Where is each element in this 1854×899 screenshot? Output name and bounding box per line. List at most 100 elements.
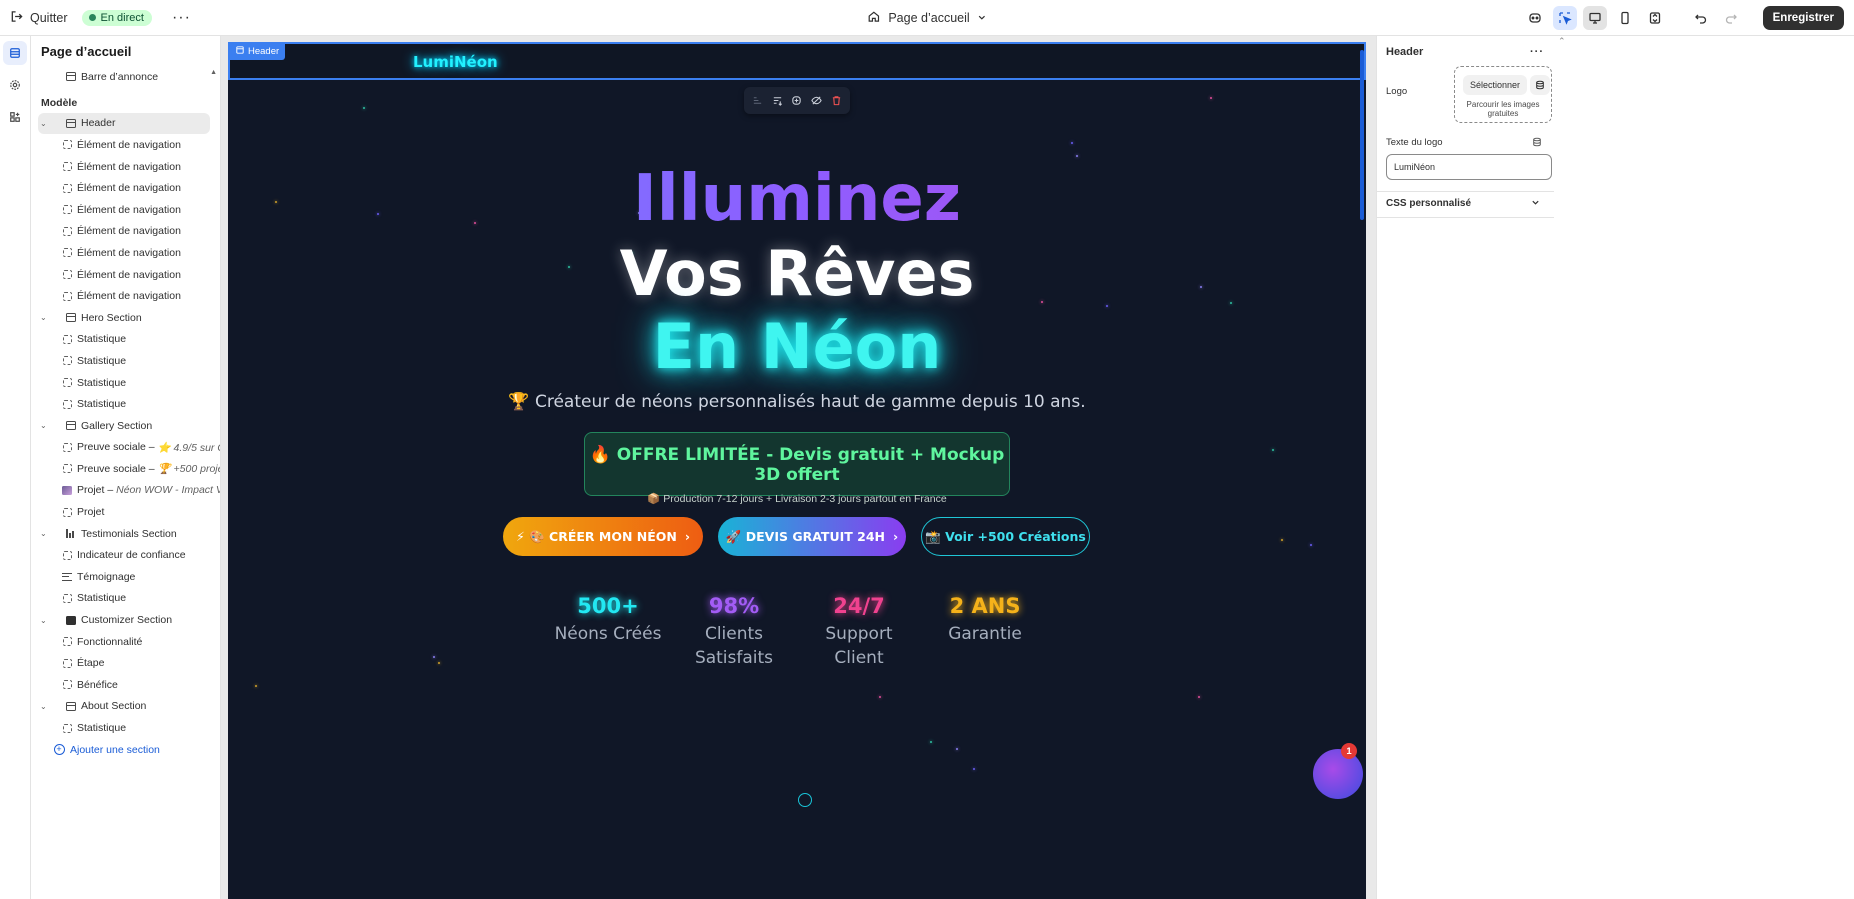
decorative-star: [973, 768, 975, 770]
sidebar-item-label: Testimonials Section: [81, 527, 177, 540]
sections-icon[interactable]: [3, 41, 27, 65]
decorative-star: [1198, 696, 1200, 698]
collapse-panel-icon[interactable]: ⌃: [1558, 36, 1566, 47]
header-section-preview[interactable]: Header LumiNéon: [228, 42, 1366, 80]
move-up-icon[interactable]: [751, 94, 765, 108]
redo-icon[interactable]: [1719, 6, 1743, 30]
undo-icon[interactable]: [1689, 6, 1713, 30]
hide-eye-icon[interactable]: [810, 94, 824, 108]
decorative-star: [438, 662, 440, 664]
chevron-down-icon[interactable]: ⌄: [40, 616, 47, 625]
desktop-view-icon[interactable]: [1582, 6, 1607, 30]
empty-workspace: [1554, 36, 1854, 899]
hero-headline-line-2: Vos Rêves: [619, 237, 975, 310]
settings-gear-icon[interactable]: [3, 73, 27, 97]
page-selector[interactable]: Page d’accueil: [867, 10, 986, 26]
view-creations-button[interactable]: 📸 Voir +500 Créations: [921, 517, 1090, 556]
apps-icon[interactable]: [3, 105, 27, 129]
sidebar-item-gallery-section[interactable]: ⌄ Gallery Section: [31, 415, 220, 437]
logo-text-input[interactable]: LumiNéon: [1386, 154, 1552, 180]
block-icon: [62, 356, 72, 366]
sidebar-item-statistic[interactable]: Statistique: [31, 329, 220, 351]
sidebar-item-nav-element[interactable]: Élément de navigation: [31, 285, 220, 307]
sidebar-item-customizer-block[interactable]: Bénéfice: [31, 674, 220, 696]
selected-section-chip: Header: [230, 44, 286, 60]
site-logo[interactable]: LumiNéon: [413, 53, 498, 71]
block-icon: [62, 442, 72, 452]
block-icon: [62, 183, 72, 193]
ai-assistant-icon[interactable]: [1523, 6, 1547, 30]
sidebar-item-label: Indicateur de confiance: [77, 549, 186, 562]
sidebar-item-testimonial-block[interactable]: Statistique: [31, 588, 220, 610]
duplicate-icon[interactable]: [790, 94, 804, 108]
sidebar-item-hero-section[interactable]: ⌄ Hero Section: [31, 307, 220, 329]
sidebar-item-label: Statistique: [77, 398, 127, 411]
testimonials-icon: [66, 529, 76, 539]
quit-button[interactable]: Quitter: [10, 10, 68, 26]
select-image-button[interactable]: Sélectionner: [1463, 75, 1528, 95]
divider: [1377, 217, 1554, 218]
panel-more-button[interactable]: ···: [1530, 46, 1544, 58]
sidebar-item-customizer-block[interactable]: Étape: [31, 652, 220, 674]
block-icon: [62, 593, 72, 603]
custom-css-toggle[interactable]: CSS personnalisé: [1386, 198, 1540, 210]
storefront-preview[interactable]: Header LumiNéon Illuminez Vos Rêves En N…: [228, 42, 1366, 899]
sidebar-item-gallery-block[interactable]: Preuve sociale – 🏆 +500 proje...: [31, 458, 220, 480]
sidebar-item-testimonial-block[interactable]: Indicateur de confiance: [31, 544, 220, 566]
sidebar-item-detail: Néon WOW - Impact Vi...: [116, 484, 220, 497]
sidebar-item-nav-element[interactable]: Élément de navigation: [31, 177, 220, 199]
sidebar-item-gallery-block[interactable]: Projet: [31, 501, 220, 523]
home-icon: [867, 10, 880, 26]
mobile-view-icon[interactable]: [1613, 6, 1637, 30]
sidebar-item-testimonials-section[interactable]: ⌄ Testimonials Section: [31, 523, 220, 545]
sidebar-item-nav-element[interactable]: Élément de navigation: [31, 199, 220, 221]
sidebar-item-announcement-bar[interactable]: Barre d’annonce: [31, 66, 220, 88]
chevron-down-icon[interactable]: ⌄: [40, 421, 47, 430]
chat-widget-button[interactable]: [1313, 749, 1363, 799]
create-neon-button[interactable]: ⚡ 🎨 CRÉER MON NÉON ›: [503, 517, 703, 556]
sidebar-item-statistic[interactable]: Statistique: [31, 717, 220, 739]
live-label: En direct: [100, 11, 144, 24]
inspector-select-icon[interactable]: [1552, 6, 1577, 30]
move-down-icon[interactable]: [770, 94, 784, 108]
sidebar-item-statistic[interactable]: Statistique: [31, 350, 220, 372]
sidebar-item-nav-element[interactable]: Élément de navigation: [31, 156, 220, 178]
scroll-indicator-icon[interactable]: [798, 793, 812, 807]
dynamic-source-icon[interactable]: [1532, 136, 1542, 150]
add-section-button[interactable]: + Ajouter une section: [31, 739, 220, 761]
decorative-star: [255, 685, 257, 687]
preview-scrollbar[interactable]: [1360, 50, 1364, 220]
sidebar-item-customizer-block[interactable]: Fonctionnalité: [31, 631, 220, 653]
sidebar-item-nav-element[interactable]: Élément de navigation: [31, 134, 220, 156]
sidebar-item-label: About Section: [81, 700, 147, 713]
logo-image-picker[interactable]: Sélectionner Parcourir les images gratui…: [1454, 66, 1552, 123]
sidebar-item-label: Preuve sociale: [77, 441, 146, 454]
sidebar-item-label: Fonctionnalité: [77, 635, 143, 648]
sidebar-item-nav-element[interactable]: Élément de navigation: [31, 264, 220, 286]
delete-trash-icon[interactable]: [829, 94, 843, 108]
chevron-down-icon[interactable]: ⌄: [40, 529, 47, 538]
database-icon[interactable]: [1530, 75, 1551, 95]
sidebar-item-nav-element[interactable]: Élément de navigation: [31, 242, 220, 264]
top-bar: Quitter En direct ··· Page d’accueil Enr…: [0, 0, 1854, 36]
sidebar-item-nav-element[interactable]: Élément de navigation: [31, 221, 220, 243]
sidebar-item-statistic[interactable]: Statistique: [31, 372, 220, 394]
chevron-down-icon[interactable]: ⌄: [40, 119, 47, 128]
save-button[interactable]: Enregistrer: [1762, 6, 1844, 30]
free-quote-button[interactable]: 🚀 DEVIS GRATUIT 24H ›: [718, 517, 906, 556]
chevron-down-icon[interactable]: ⌄: [40, 702, 47, 711]
sidebar-item-statistic[interactable]: Statistique: [31, 393, 220, 415]
chevron-right-icon: ›: [893, 529, 899, 544]
sidebar-item-customizer-section[interactable]: ⌄ Customizer Section: [31, 609, 220, 631]
chevron-down-icon[interactable]: ⌄: [40, 313, 47, 322]
sidebar-item-testimonial-block[interactable]: Témoignage: [31, 566, 220, 588]
fullscreen-icon[interactable]: [1643, 6, 1667, 30]
sidebar-item-gallery-block[interactable]: Preuve sociale – ⭐ 4.9/5 sur G...: [31, 437, 220, 459]
sidebar-item-header[interactable]: ⌄ Header: [38, 112, 210, 135]
sidebar-item-about-section[interactable]: ⌄ About Section: [31, 696, 220, 718]
more-options-button[interactable]: ···: [166, 9, 197, 27]
browse-free-images-link[interactable]: Parcourir les images gratuites: [1455, 100, 1551, 118]
stat-value: 500+: [577, 594, 639, 618]
sidebar-item-gallery-block[interactable]: Projet – Néon WOW - Impact Vi...: [31, 480, 220, 502]
sidebar-item-label: Élément de navigation: [77, 246, 181, 259]
